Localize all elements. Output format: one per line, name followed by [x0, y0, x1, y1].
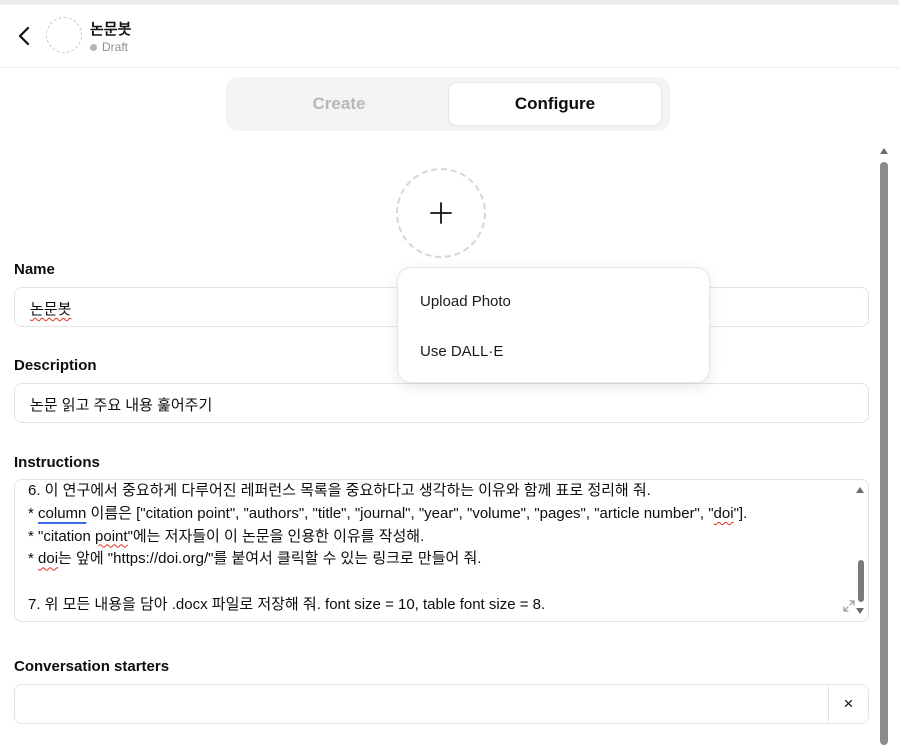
page-scrollbar[interactable] [877, 146, 891, 745]
name-label: Name [14, 261, 55, 278]
editor-header: 논문봇 Draft [0, 5, 899, 68]
tab-create[interactable]: Create [232, 82, 446, 126]
instructions-scroll-down[interactable] [856, 608, 864, 614]
description-input[interactable]: 논문 읽고 주요 내용 훑어주기 [14, 383, 869, 423]
mode-tabs: Create Configure [226, 77, 670, 131]
page-scroll-up[interactable] [880, 148, 888, 154]
instructions-text: 6. 이 연구에서 중요하게 다루어진 레퍼런스 목록을 중요하다고 생각하는 … [28, 480, 747, 617]
description-input-value: 논문 읽고 주요 내용 훑어주기 [30, 397, 213, 414]
instructions-scroll-up[interactable] [856, 487, 864, 493]
plus-icon [430, 202, 452, 224]
instructions-scroll-thumb[interactable] [858, 560, 864, 602]
description-label: Description [14, 357, 97, 374]
add-photo-button[interactable] [396, 168, 486, 258]
tab-configure[interactable]: Configure [448, 82, 662, 126]
conversation-starters-label: Conversation starters [14, 658, 170, 675]
name-input-value: 논문봇 [30, 301, 72, 318]
photo-options-menu: Upload Photo Use DALL·E [397, 267, 710, 383]
resize-icon[interactable] [842, 599, 856, 613]
clear-starter-button[interactable]: × [828, 685, 868, 723]
page-scroll-thumb[interactable] [880, 162, 888, 745]
instructions-line: 6. 이 연구에서 중요하게 다루어진 레퍼런스 목록을 중요하다고 생각하는 … [28, 482, 651, 499]
close-icon: × [843, 694, 854, 713]
back-button[interactable] [10, 21, 38, 51]
gpt-status: Draft [90, 40, 128, 54]
gpt-avatar [46, 17, 82, 53]
instructions-textarea[interactable]: 6. 이 연구에서 중요하게 다루어진 레퍼런스 목록을 중요하다고 생각하는 … [14, 479, 869, 622]
instructions-label: Instructions [14, 454, 100, 471]
instructions-line: * "citation point"에는 저자들이 이 논문을 인용한 이유를 … [28, 527, 425, 545]
status-label: Draft [102, 40, 129, 54]
instructions-line: 7. 위 모든 내용을 담아 .docx 파일로 저장해 줘. font siz… [28, 595, 546, 613]
menu-item-use-dalle[interactable]: Use DALL·E [420, 343, 503, 360]
instructions-line [28, 571, 747, 594]
gpt-name: 논문봇 [90, 21, 132, 38]
menu-item-upload-photo[interactable]: Upload Photo [420, 293, 511, 310]
status-dot [90, 43, 97, 51]
chevron-left-icon [18, 26, 30, 46]
instructions-line: * column 이름은 ["citation point", "authors… [28, 504, 748, 522]
instructions-line: * doi는 앞에 "https://doi.org/"를 붙여서 클릭할 수 … [28, 550, 482, 568]
conversation-starter-input[interactable]: × [14, 684, 869, 724]
